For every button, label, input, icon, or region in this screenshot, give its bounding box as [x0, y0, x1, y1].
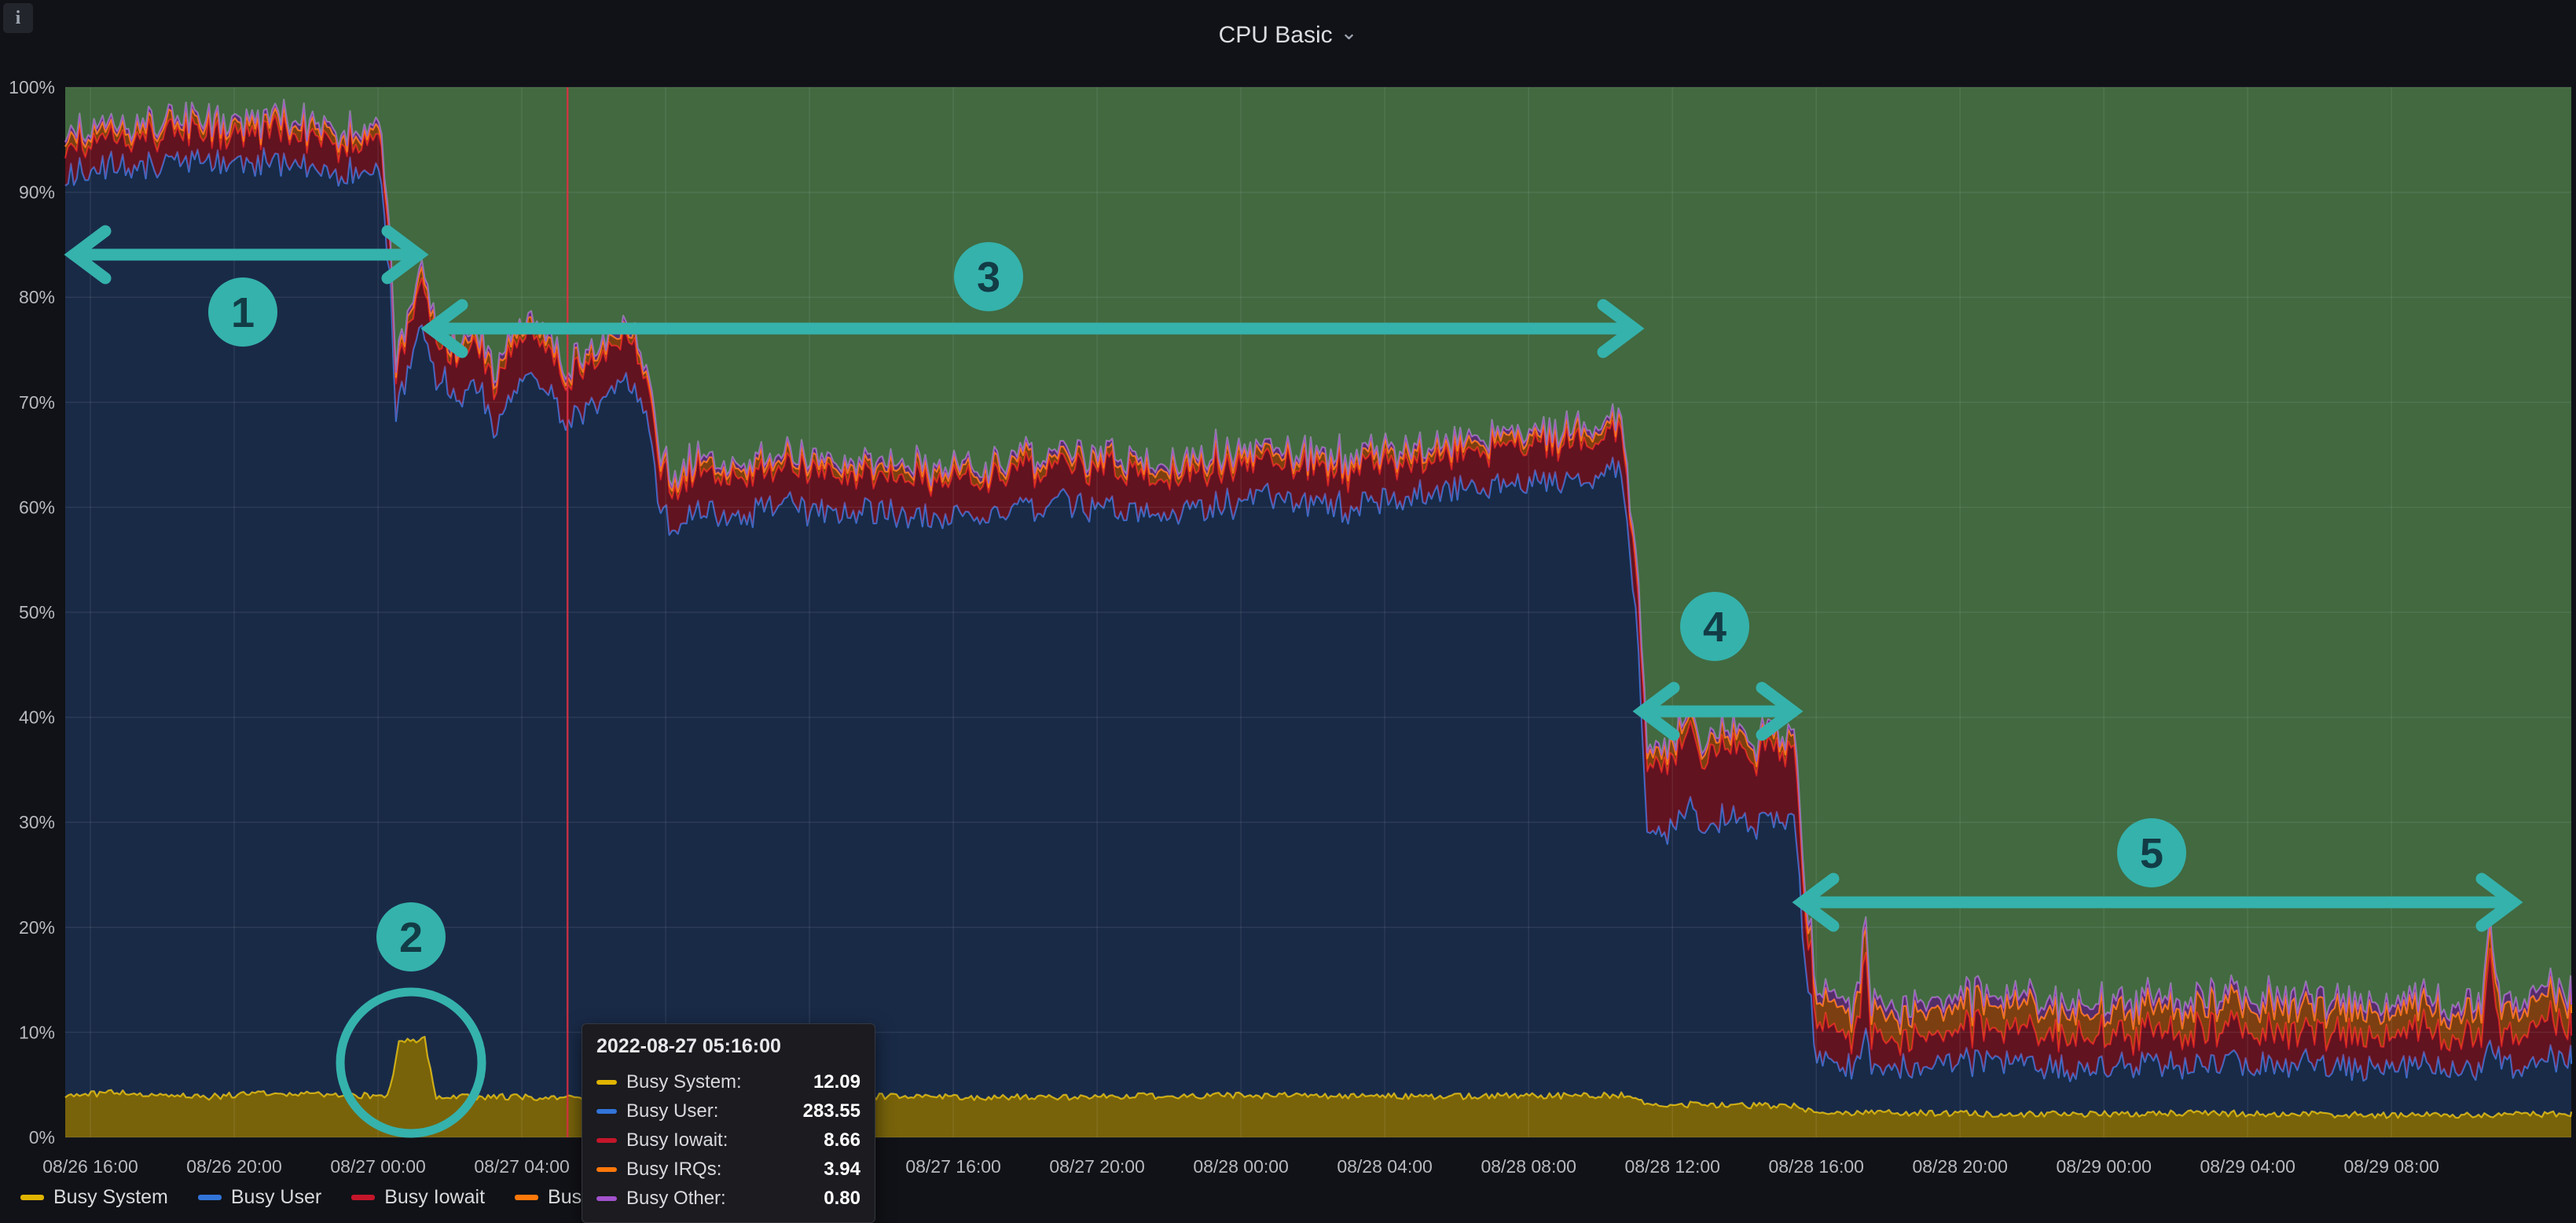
- legend-swatch-busy-system: [20, 1195, 44, 1200]
- tooltip-value: 12.09: [813, 1071, 861, 1093]
- series-swatch-busy-other: [596, 1196, 617, 1201]
- chevron-down-icon: ⌄: [1341, 22, 1358, 42]
- svg-text:08/26 16:00: 08/26 16:00: [42, 1156, 138, 1177]
- svg-text:08/27 20:00: 08/27 20:00: [1049, 1156, 1145, 1177]
- cpu-basic-panel: 0% 10% 20% 30% 40% 50% 60% 70% 80% 90% 100% 08/26 1…: [0, 0, 2576, 1212]
- panel-header: i CPU Basic ⌄: [0, 0, 2576, 71]
- svg-text:08/27 04:00: 08/27 04:00: [474, 1156, 570, 1177]
- tooltip-timestamp: 2022-08-27 05:16:00: [596, 1035, 861, 1058]
- svg-text:08/28 20:00: 08/28 20:00: [1912, 1156, 2008, 1177]
- legend-swatch-busy-irqs: [515, 1195, 538, 1200]
- svg-text:20%: 20%: [19, 917, 55, 938]
- tooltip-label: Busy Iowait:: [626, 1129, 728, 1151]
- legend-label: Busy System: [53, 1186, 168, 1209]
- tooltip-row: Busy Other: 0.80: [596, 1184, 861, 1213]
- svg-text:08/29 00:00: 08/29 00:00: [2056, 1156, 2152, 1177]
- svg-text:08/28 12:00: 08/28 12:00: [1624, 1156, 1720, 1177]
- chart-canvas[interactable]: 0% 10% 20% 30% 40% 50% 60% 70% 80% 90% 100% 08/26 1…: [0, 0, 2576, 1212]
- panel-title-text: CPU Basic: [1219, 22, 1333, 49]
- series-swatch-busy-user: [596, 1109, 617, 1114]
- svg-text:80%: 80%: [19, 287, 55, 307]
- svg-text:90%: 90%: [19, 182, 55, 203]
- svg-text:08/28 00:00: 08/28 00:00: [1193, 1156, 1289, 1177]
- svg-text:08/29 04:00: 08/29 04:00: [2200, 1156, 2295, 1177]
- svg-text:10%: 10%: [19, 1022, 55, 1042]
- svg-text:30%: 30%: [19, 812, 55, 832]
- tooltip-row: Busy Iowait: 8.66: [596, 1126, 861, 1155]
- svg-text:100%: 100%: [9, 77, 55, 97]
- tooltip-label: Busy IRQs:: [626, 1159, 721, 1181]
- panel-title[interactable]: CPU Basic ⌄: [1219, 22, 1358, 49]
- svg-text:08/29 08:00: 08/29 08:00: [2343, 1156, 2439, 1177]
- tooltip-label: Busy Other:: [626, 1188, 726, 1210]
- info-icon: i: [16, 8, 21, 29]
- svg-text:40%: 40%: [19, 707, 55, 728]
- legend: Busy System Busy User Busy Iowait Busy I…: [20, 1182, 642, 1212]
- svg-text:08/28 08:00: 08/28 08:00: [1481, 1156, 1576, 1177]
- panel-info-icon[interactable]: i: [3, 3, 33, 33]
- tooltip-label: Busy User:: [626, 1100, 718, 1122]
- legend-swatch-busy-iowait: [351, 1195, 375, 1200]
- tooltip-value: 0.80: [824, 1188, 861, 1210]
- legend-item-busy-iowait[interactable]: Busy Iowait: [351, 1186, 485, 1209]
- tooltip-row: Busy IRQs: 3.94: [596, 1155, 861, 1184]
- y-axis-labels: 0% 10% 20% 30% 40% 50% 60% 70% 80% 90% 100%: [9, 77, 55, 1148]
- svg-text:08/26 20:00: 08/26 20:00: [186, 1156, 282, 1177]
- tooltip-value: 283.55: [803, 1100, 861, 1122]
- series-swatch-busy-system: [596, 1080, 617, 1085]
- legend-item-busy-system[interactable]: Busy System: [20, 1186, 168, 1209]
- tooltip-value: 8.66: [824, 1129, 861, 1151]
- svg-text:08/28 16:00: 08/28 16:00: [1768, 1156, 1864, 1177]
- svg-text:70%: 70%: [19, 392, 55, 413]
- series-swatch-busy-irqs: [596, 1167, 617, 1172]
- tooltip-value: 3.94: [824, 1159, 861, 1181]
- svg-text:50%: 50%: [19, 602, 55, 623]
- chart-tooltip: 2022-08-27 05:16:00 Busy System: 12.09 B…: [582, 1023, 875, 1223]
- tooltip-row: Busy User: 283.55: [596, 1096, 861, 1126]
- legend-label: Busy User: [231, 1186, 321, 1209]
- legend-item-busy-user[interactable]: Busy User: [198, 1186, 321, 1209]
- legend-swatch-busy-user: [198, 1195, 222, 1200]
- cpu-usage-chart: 0% 10% 20% 30% 40% 50% 60% 70% 80% 90% 100% 08/26 1…: [0, 0, 2576, 1212]
- svg-text:08/27 00:00: 08/27 00:00: [330, 1156, 426, 1177]
- tooltip-label: Busy System:: [626, 1071, 742, 1093]
- legend-label: Busy Iowait: [384, 1186, 485, 1209]
- svg-text:0%: 0%: [29, 1127, 55, 1148]
- svg-text:08/27 16:00: 08/27 16:00: [905, 1156, 1001, 1177]
- svg-text:08/28 04:00: 08/28 04:00: [1337, 1156, 1433, 1177]
- series-swatch-busy-iowait: [596, 1138, 617, 1143]
- tooltip-row: Busy System: 12.09: [596, 1067, 861, 1096]
- x-axis-labels: 08/26 16:00 08/26 20:00 08/27 00:00 08/27 0…: [42, 1156, 2439, 1177]
- svg-text:60%: 60%: [19, 497, 55, 517]
